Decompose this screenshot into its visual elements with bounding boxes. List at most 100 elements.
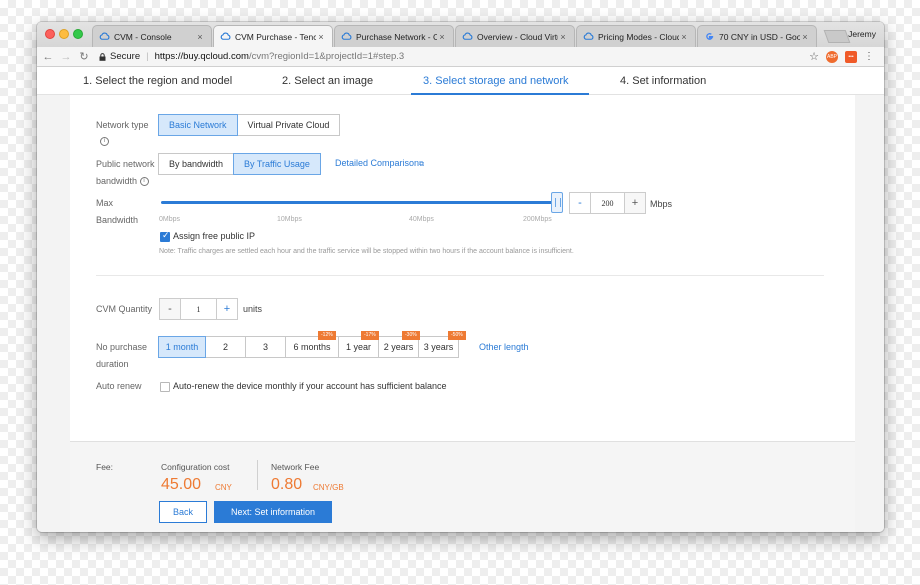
- cloud-icon: [220, 32, 231, 40]
- traffic-charge-note: Note: Traffic charges are settled each h…: [159, 248, 574, 255]
- config-cost-unit: CNY: [215, 483, 232, 492]
- profile-name[interactable]: Jeremy: [848, 29, 876, 39]
- bookmark-star-icon[interactable]: ☆: [809, 50, 819, 63]
- assign-ip-label: Assign free public IP: [173, 231, 256, 241]
- minimize-window-button[interactable]: [59, 29, 69, 39]
- tab-title: CVM Purchase - Tence: [235, 31, 316, 42]
- network-fee-unit: CNY/GB: [313, 483, 344, 492]
- tab-cvm-console[interactable]: CVM - Console ×: [92, 25, 212, 47]
- other-length-link[interactable]: Other length: [479, 342, 529, 352]
- step-set-information[interactable]: 4. Set information: [620, 75, 706, 87]
- cloud-icon: [462, 32, 473, 40]
- quantity-increment-button[interactable]: +: [216, 298, 238, 320]
- duration-option-2[interactable]: 2: [205, 336, 246, 358]
- step-storage-network[interactable]: 3. Select storage and network: [423, 75, 569, 87]
- tab-cvm-purchase[interactable]: CVM Purchase - Tence ×: [213, 25, 333, 47]
- extension-icon[interactable]: •••: [845, 50, 857, 63]
- quantity-unit: units: [243, 304, 263, 314]
- secure-indicator[interactable]: Secure: [99, 51, 140, 62]
- public-network-label-line1: Public network: [96, 159, 155, 169]
- close-icon[interactable]: ×: [316, 32, 326, 42]
- active-step-indicator: [411, 93, 589, 95]
- quantity-decrement-button[interactable]: -: [159, 298, 181, 320]
- bandwidth-increment-button[interactable]: +: [624, 192, 646, 214]
- bandwidth-label-text: bandwidth: [96, 176, 138, 186]
- adblock-extension-icon[interactable]: ABP: [826, 50, 838, 63]
- network-type-label: Network type: [96, 120, 149, 130]
- assign-ip-checkbox[interactable]: [160, 230, 170, 242]
- bandwidth-unit: Mbps: [650, 199, 673, 209]
- network-type-selector: Basic Network Virtual Private Cloud: [158, 114, 341, 136]
- bandwidth-slider-handle[interactable]: [551, 192, 563, 213]
- discount-badge-2-years: -30%: [402, 331, 420, 340]
- tab-title: 70 CNY in USD - Goo: [719, 31, 800, 42]
- by-bandwidth-option[interactable]: By bandwidth: [158, 153, 235, 175]
- tab-overview[interactable]: Overview - Cloud Virtu ×: [455, 25, 575, 47]
- cloud-icon: [341, 32, 352, 40]
- more-menu-icon[interactable]: ⋮: [864, 51, 874, 62]
- secure-label: Secure: [110, 51, 141, 62]
- duration-label-line1: No purchase: [96, 342, 148, 352]
- by-traffic-usage-option[interactable]: By Traffic Usage: [233, 153, 321, 175]
- billing-mode-selector: By bandwidth By Traffic Usage: [158, 153, 321, 175]
- forward-arrow-icon[interactable]: →: [59, 51, 73, 63]
- close-icon[interactable]: ×: [800, 32, 810, 42]
- cloud-icon: [99, 32, 110, 40]
- tab-pricing-modes[interactable]: Pricing Modes - Cloud ×: [576, 25, 696, 47]
- next-set-information-button[interactable]: Next: Set information: [214, 501, 332, 523]
- quantity-value-input[interactable]: 1: [181, 298, 216, 320]
- vpc-option[interactable]: Virtual Private Cloud: [236, 114, 341, 136]
- auto-renew-checkbox[interactable]: [160, 382, 170, 392]
- tab-title: Purchase Network - Cl: [356, 31, 437, 42]
- config-cost-label: Configuration cost: [161, 462, 230, 472]
- network-fee-label: Network Fee: [271, 462, 320, 472]
- basic-network-option[interactable]: Basic Network: [158, 114, 238, 136]
- new-tab-button[interactable]: [823, 30, 851, 43]
- quantity-stepper: - 1 +: [159, 298, 238, 320]
- duration-option-1-month[interactable]: 1 month: [158, 336, 206, 358]
- section-divider: [96, 275, 824, 276]
- discount-badge-6-months: -12%: [318, 331, 336, 340]
- config-cost-value: 45.00: [161, 476, 202, 493]
- browser-window: CVM - Console × CVM Purchase - Tence × P…: [37, 22, 884, 532]
- duration-label-line2: duration: [96, 359, 129, 369]
- close-window-button[interactable]: [45, 29, 55, 39]
- info-icon[interactable]: i: [100, 137, 109, 146]
- right-gutter: [855, 95, 884, 532]
- bandwidth-stepper: - 200 +: [569, 192, 646, 214]
- info-icon[interactable]: i: [139, 177, 149, 187]
- back-arrow-icon[interactable]: ←: [41, 51, 55, 63]
- url-field[interactable]: https://buy.qcloud.com/cvm?regionId=1&pr…: [155, 51, 405, 62]
- auto-renew-text: Auto-renew the device monthly if your ac…: [173, 381, 447, 391]
- tab-purchase-network[interactable]: Purchase Network - Cl ×: [334, 25, 454, 47]
- maximize-window-button[interactable]: [73, 29, 83, 39]
- url-separator: |: [146, 51, 149, 62]
- external-link-icon: ⧉: [419, 161, 425, 168]
- slider-tick-0: 0Mbps: [159, 216, 181, 223]
- step-navigation: 1. Select the region and model 2. Select…: [37, 67, 884, 95]
- lock-icon: [99, 52, 106, 61]
- close-icon[interactable]: ×: [195, 32, 205, 42]
- close-icon[interactable]: ×: [558, 32, 568, 42]
- detailed-comparison-link[interactable]: Detailed Comparison⧉: [335, 158, 424, 169]
- close-icon[interactable]: ×: [437, 32, 447, 42]
- close-icon[interactable]: ×: [679, 32, 689, 42]
- network-fee-value: 0.80: [271, 476, 303, 493]
- address-toolbar: ← → ↻ Secure | https://buy.qcloud.com/cv…: [37, 47, 884, 67]
- step-image[interactable]: 2. Select an image: [282, 75, 373, 87]
- cloud-icon: [583, 32, 594, 40]
- bandwidth-decrement-button[interactable]: -: [569, 192, 591, 214]
- back-button[interactable]: Back: [159, 501, 207, 523]
- cvm-quantity-label: CVM Quantity: [96, 304, 153, 314]
- discount-badge-1-year: -17%: [361, 331, 379, 340]
- step-region-model[interactable]: 1. Select the region and model: [83, 75, 232, 87]
- left-gutter: [37, 95, 70, 532]
- auto-renew-label: Auto renew: [96, 381, 142, 391]
- bandwidth-slider-track[interactable]: [161, 201, 561, 204]
- duration-option-3[interactable]: 3: [245, 336, 286, 358]
- google-icon: [706, 33, 714, 40]
- max-bandwidth-label-line1: Max: [96, 198, 114, 208]
- reload-icon[interactable]: ↻: [77, 50, 91, 63]
- bandwidth-value-input[interactable]: 200: [591, 192, 624, 214]
- tab-google-search[interactable]: 70 CNY in USD - Goo ×: [697, 25, 817, 47]
